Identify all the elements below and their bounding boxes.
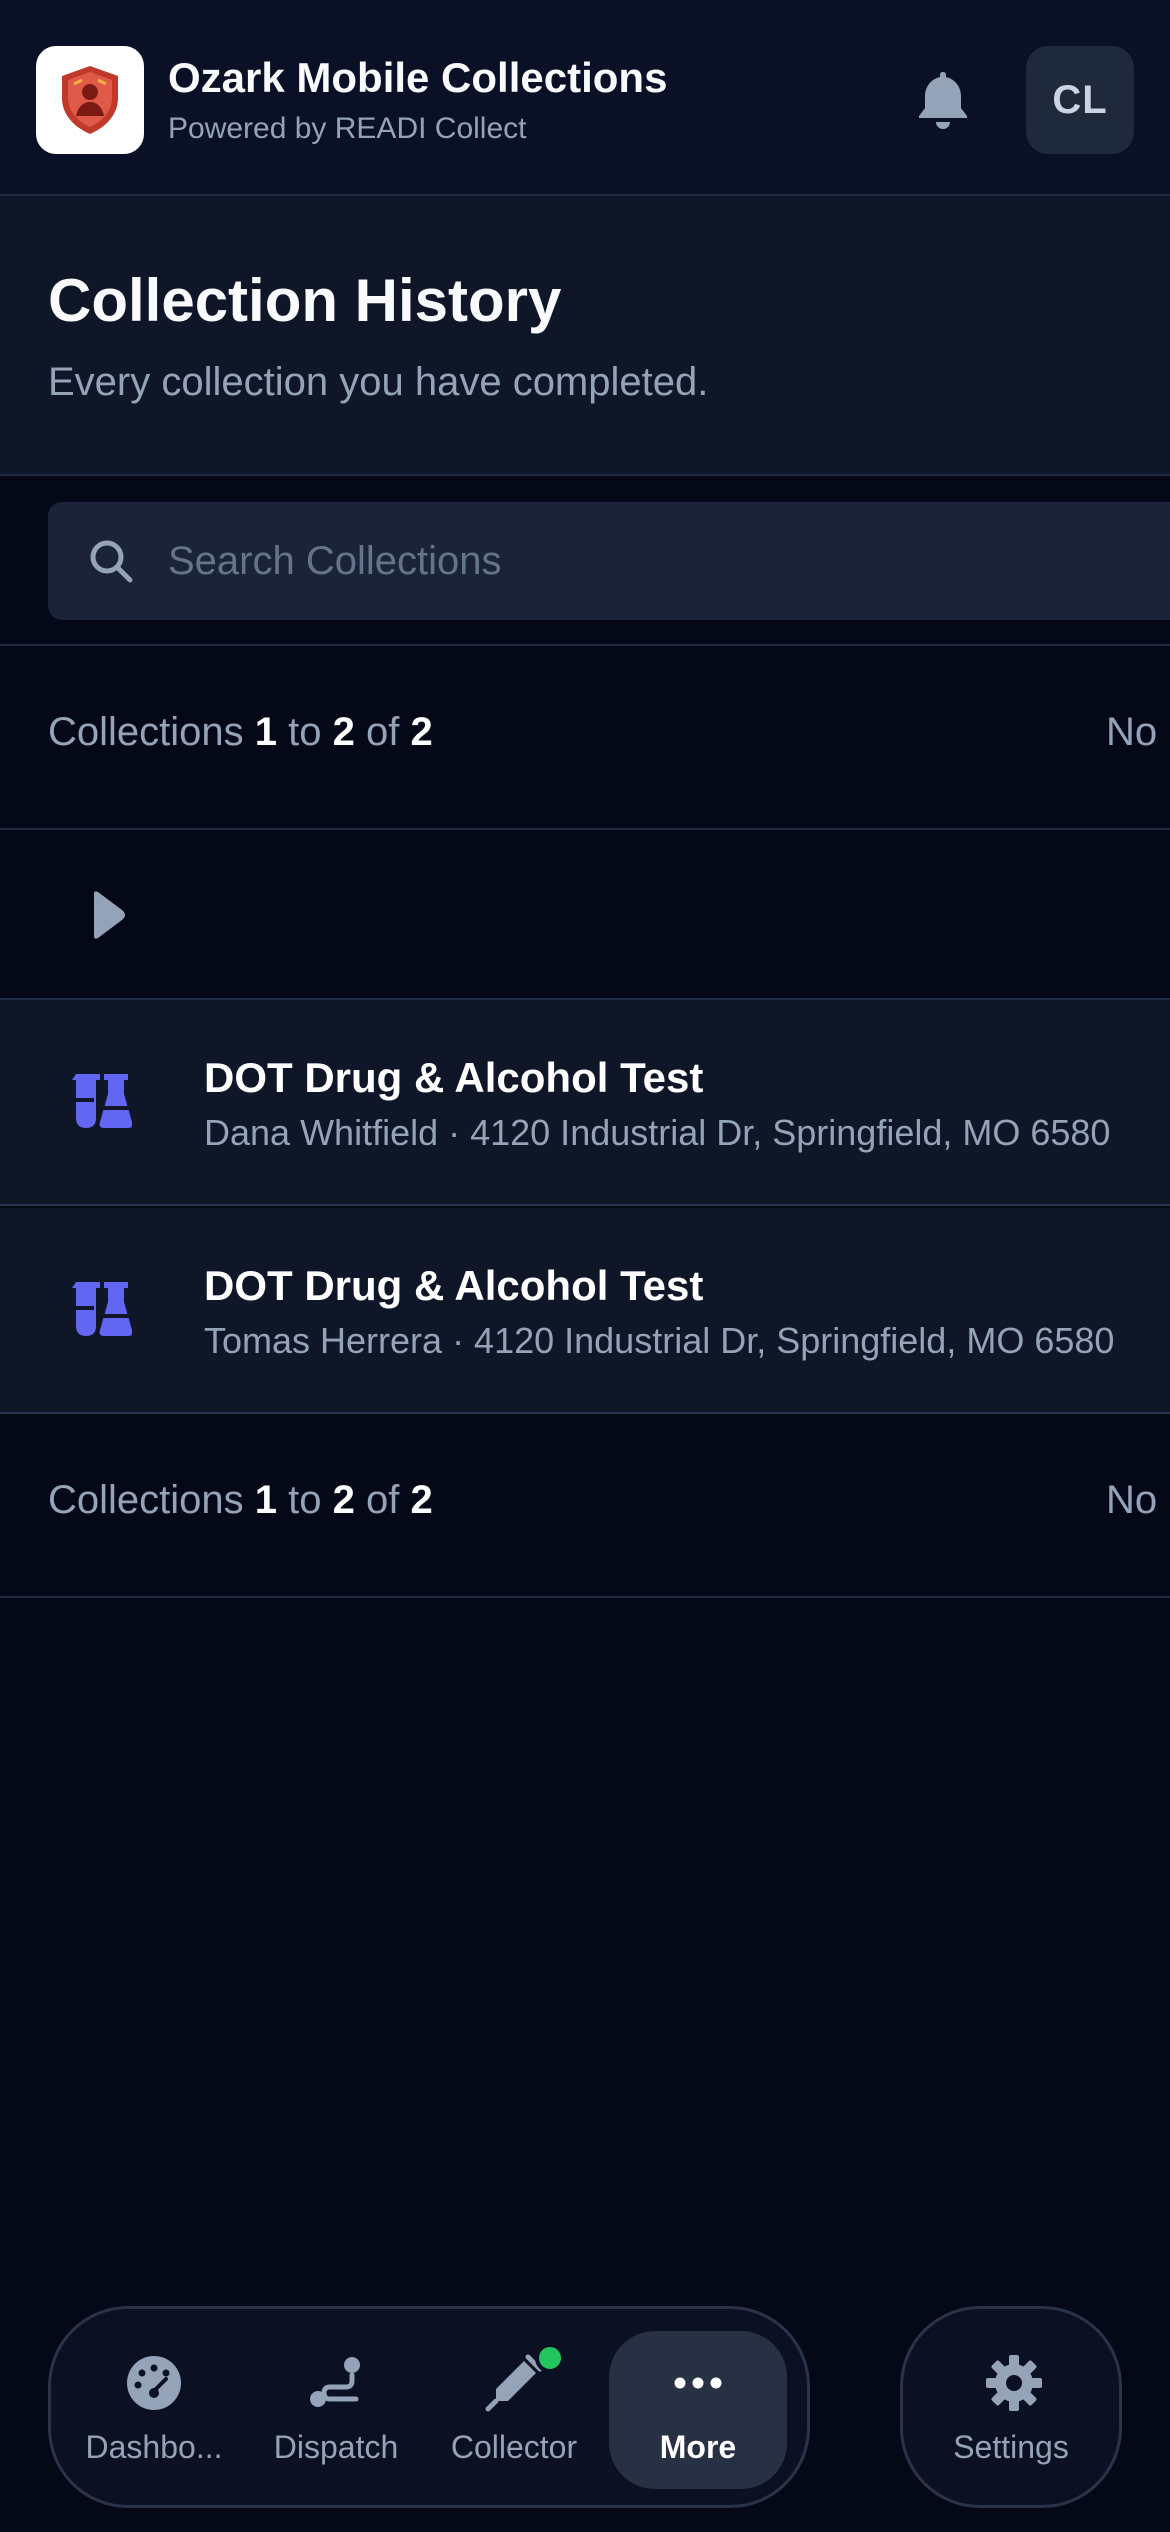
app-logo[interactable] xyxy=(36,46,144,154)
pager-right-label[interactable]: No xyxy=(1106,710,1157,755)
group-toggle-row xyxy=(0,830,1170,1000)
pager-to: 2 xyxy=(332,1478,355,1522)
settings-button[interactable]: Settings xyxy=(900,2306,1122,2508)
flask-icon xyxy=(72,1282,132,1336)
flask-icon xyxy=(72,1074,132,1128)
notifications-button[interactable] xyxy=(912,66,974,134)
page-title: Collection History xyxy=(48,267,562,334)
list-item[interactable]: DOT Drug & Alcohol Test Tomas Herrera · … xyxy=(0,1208,1170,1414)
pager-from: 1 xyxy=(254,710,278,754)
pager-total: 2 xyxy=(410,710,433,754)
chevron-right-icon[interactable] xyxy=(84,890,132,940)
search-box[interactable] xyxy=(48,502,1170,620)
avatar[interactable]: CL xyxy=(1026,46,1134,154)
app-root: Ozark Mobile Collections Powered by READ… xyxy=(0,0,1170,2532)
app-title: Ozark Mobile Collections xyxy=(168,54,668,101)
pager-summary: Collections 1 to 2 of 2 xyxy=(48,1478,433,1523)
bottom-nav: Dashbo... Dispatch Collector More xyxy=(48,2306,810,2508)
online-status-dot xyxy=(535,2343,565,2373)
page-heading: Collection History Every collection you … xyxy=(0,196,1170,476)
list-item[interactable]: DOT Drug & Alcohol Test Dana Whitfield ·… xyxy=(0,1000,1170,1206)
page-subtitle: Every collection you have completed. xyxy=(48,360,709,404)
route-icon xyxy=(310,2357,360,2407)
pager-of-word: of xyxy=(366,1478,400,1522)
nav-label: Collector xyxy=(450,2429,578,2465)
nav-label: More xyxy=(659,2429,737,2465)
pager-to-word: to xyxy=(288,710,322,754)
nav-item-collector[interactable]: Collector xyxy=(425,2331,603,2489)
pager-top: Collections 1 to 2 of 2 No xyxy=(0,646,1170,830)
gauge-icon xyxy=(127,2356,181,2410)
pager-right-label[interactable]: No xyxy=(1106,1478,1157,1523)
item-subtitle: Tomas Herrera · 4120 Industrial Dr, Spri… xyxy=(204,1320,1115,1361)
nav-item-more[interactable]: More xyxy=(609,2331,787,2489)
nav-item-dashboard[interactable]: Dashbo... xyxy=(65,2331,243,2489)
item-subtitle: Dana Whitfield · 4120 Industrial Dr, Spr… xyxy=(204,1112,1111,1153)
item-title: DOT Drug & Alcohol Test xyxy=(204,1054,704,1101)
search-icon xyxy=(90,540,133,583)
pager-label: Collections xyxy=(48,1478,244,1522)
app-subtitle: Powered by READI Collect xyxy=(168,112,527,145)
nav-label: Dispatch xyxy=(273,2429,399,2465)
pager-label: Collections xyxy=(48,710,244,754)
pager-total: 2 xyxy=(410,1478,433,1522)
pager-to: 2 xyxy=(332,710,355,754)
item-title: DOT Drug & Alcohol Test xyxy=(204,1262,704,1309)
nav-item-dispatch[interactable]: Dispatch xyxy=(247,2331,425,2489)
pager-bottom: Collections 1 to 2 of 2 No xyxy=(0,1414,1170,1598)
nav-label: Settings xyxy=(953,2429,1069,2465)
gear-icon xyxy=(986,2355,1042,2411)
pager-of-word: of xyxy=(366,710,400,754)
more-icon xyxy=(674,2377,722,2389)
pager-from: 1 xyxy=(254,1478,278,1522)
pager-summary: Collections 1 to 2 of 2 xyxy=(48,710,433,755)
bell-icon xyxy=(919,72,967,129)
pager-to-word: to xyxy=(288,1478,322,1522)
search-bar xyxy=(0,476,1170,646)
shield-person-icon xyxy=(62,66,118,134)
app-header: Ozark Mobile Collections Powered by READ… xyxy=(0,0,1170,196)
search-input[interactable] xyxy=(168,524,1158,598)
nav-label: Dashbo... xyxy=(85,2429,223,2465)
